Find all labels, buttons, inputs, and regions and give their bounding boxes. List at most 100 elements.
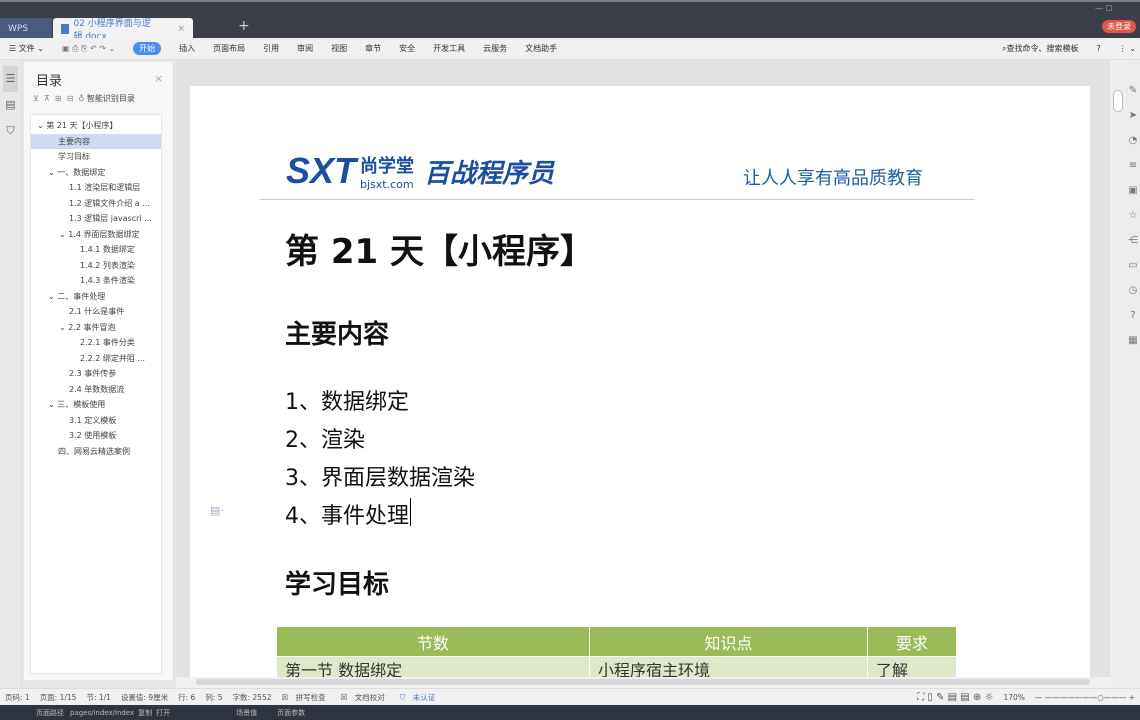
document-tab[interactable]: 02 小程序界面与逻辑.docx × [53,18,193,42]
tab-home[interactable]: 开始 [133,42,162,55]
path-label: 页面路径 [36,708,64,717]
toc-item-label: 一、数据绑定 [57,167,106,177]
tab-assistant[interactable]: 文档助手 [525,43,557,54]
quick-access-icons[interactable]: ▣ ⎙ ⎘ ↶ ↷ ⌄ [62,44,115,54]
certify-button[interactable]: ⛉ 未认证 [400,692,441,703]
search-command[interactable]: ⌕查找命令、搜索模板 [1002,43,1078,54]
toc-item[interactable]: 2.2.2 绑定并阻 ... [31,351,161,367]
pen-icon[interactable]: ✎ [1126,78,1140,103]
new-tab-button[interactable]: + [238,18,250,34]
table-header: 节数 [276,626,590,657]
share-icon[interactable]: ⋲ [1126,228,1140,253]
toc-item[interactable]: 2.3 事件传参 [31,366,161,382]
image-icon[interactable]: ▣ [1126,178,1140,203]
toc-item-label: 1.3 逻辑层 javascri ... [69,214,152,223]
toc-item[interactable]: 1.4.1 数据绑定 [31,242,161,258]
toc-item-label: 三、模板使用 [57,400,106,409]
toc-item[interactable]: 3.1 定义模板 [31,413,161,429]
tab-view[interactable]: 视图 [331,43,347,54]
toc-item[interactable]: 1.1 渲染层和逻辑层 [31,180,161,196]
tab-insert[interactable]: 插入 [179,43,195,54]
toc-item[interactable]: 1.3 逻辑层 javascri ... [31,211,161,227]
view-mode-icons[interactable]: ⛶ ▯ ✎ ▤ ▤ ⊕ ☼ [917,692,993,703]
toc-item[interactable]: ⌄ 1.4 界面层数据绑定 [31,227,161,243]
toc-item[interactable]: 3.2 使用模板 [31,428,161,444]
copy-link[interactable]: 复制 [138,708,152,718]
vertical-scrollbar[interactable] [1110,60,1126,688]
list-item: 2、渲染 [285,428,365,453]
wps-home-tab[interactable]: WPS [0,18,52,40]
login-button[interactable]: 未登录 [1102,20,1136,33]
more-icon[interactable]: ⋮ ⌄ [1119,44,1136,53]
zoom-slider[interactable]: — ———————○——— + [1035,693,1135,702]
window-controls[interactable]: — ☐ [1095,4,1113,13]
nav-strip: ☰ ▤ ⛉ [0,60,22,688]
chevron-down-icon[interactable]: ⌄ [48,292,57,301]
help-icon[interactable]: ? [1126,303,1140,328]
cursor-icon[interactable]: ➤ [1126,103,1140,128]
grid-icon[interactable]: ▦ [1126,328,1140,353]
status-col: 列: 5 [205,692,223,702]
horizontal-scrollbar[interactable] [176,677,1110,688]
tab-security[interactable]: 安全 [399,43,415,54]
help-button[interactable]: ? [1097,44,1101,53]
toc-item[interactable]: 2.4 单数数据流 [31,382,161,398]
smart-toc-button[interactable]: 智能识别目录 [87,94,135,103]
toc-item-label: 学习目标 [58,152,90,161]
toc-item-label: 2.3 事件传参 [69,369,117,378]
plus-icon[interactable]: ⊞ [55,94,62,103]
expand-icon[interactable]: ⊻ [33,94,39,103]
tab-cloud[interactable]: 云服务 [483,43,507,54]
toc-item-label: 2.2.1 事件分类 [80,338,135,347]
tab-review[interactable]: 审阅 [297,43,313,54]
toc-item[interactable]: 四、网易云精选案例 [31,444,161,460]
toc-item[interactable]: ⌄ 三、模板使用 [31,397,161,413]
page-icon[interactable]: ▤ [3,92,18,118]
toc-item[interactable]: 主要内容 [31,133,161,149]
toc-item-label: 2.1 什么是事件 [69,307,125,316]
bookmark-icon[interactable]: ⛉ [3,118,18,144]
history-icon[interactable]: ◷ [1126,278,1140,303]
open-link[interactable]: 打开 [156,708,170,718]
minus-icon[interactable]: ⊟ [67,94,74,103]
toc-item[interactable]: 2.2.1 事件分类 [31,335,161,351]
shape-icon[interactable]: ◔ [1126,128,1140,153]
chevron-down-icon[interactable]: ⌄ [59,323,68,332]
tab-references[interactable]: 引用 [263,43,279,54]
spell-check-button[interactable]: ☒ 拼写检查 [282,692,331,703]
zoom-level[interactable]: 170% [1003,693,1024,702]
toc-item[interactable]: ⌄ 二、事件处理 [31,289,161,305]
toc-item-label: 1.4.2 列表渲染 [80,260,135,270]
tab-developer[interactable]: 开发工具 [433,43,465,54]
chevron-down-icon[interactable]: ⌄ [48,168,57,177]
star-icon[interactable]: ☆ [1126,203,1140,228]
file-menu[interactable]: ☰ 文件 ⌄ [9,43,44,54]
template-icon[interactable]: ▭ [1126,253,1140,278]
tab-section[interactable]: 章节 [365,43,381,54]
toc-icon[interactable]: ☰ [3,66,18,92]
status-section: 节: 1/1 [86,692,111,702]
chevron-down-icon[interactable]: ⌄ [37,121,46,130]
status-pages[interactable]: 页面: 1/15 [40,692,77,703]
toc-item[interactable]: 1.4.3 条件渲染 [31,273,161,289]
document-page[interactable]: SXT 尚学堂 bjsxt.com 百战程序员 让人人享有高品质教育 第 21 … [190,86,1090,686]
chevron-down-icon[interactable]: ⌄ [59,230,68,239]
toc-item[interactable]: 学习目标 [31,149,161,165]
paragraph-icon[interactable]: ▤· [210,504,224,517]
tab-layout[interactable]: 页面布局 [213,43,245,54]
proofread-button[interactable]: ☒ 文档校对 [341,692,390,703]
toc-item[interactable]: ⌄ 一、数据绑定 [31,165,161,181]
toc-item[interactable]: 1.4.2 列表渲染 [31,258,161,274]
list-item: 3、界面层数据渲染 [285,466,475,491]
settings-icon[interactable]: ≡ [1126,153,1140,178]
close-icon[interactable]: × [154,72,163,85]
chevron-down-icon[interactable]: ⌄ [48,400,57,409]
toc-item[interactable]: ⌄ 第 21 天【小程序】 [31,118,161,134]
status-words[interactable]: 字数: 2552 [233,692,272,703]
toc-item[interactable]: 2.1 什么是事件 [31,304,161,320]
toc-item[interactable]: 1.2 逻辑文件介绍 a ... [31,196,161,212]
collapse-icon[interactable]: ⊼ [44,94,50,103]
close-icon[interactable]: × [177,24,185,34]
file-menu-label: 文件 [18,44,35,53]
toc-item[interactable]: ⌄ 2.2 事件冒泡 [31,320,161,336]
